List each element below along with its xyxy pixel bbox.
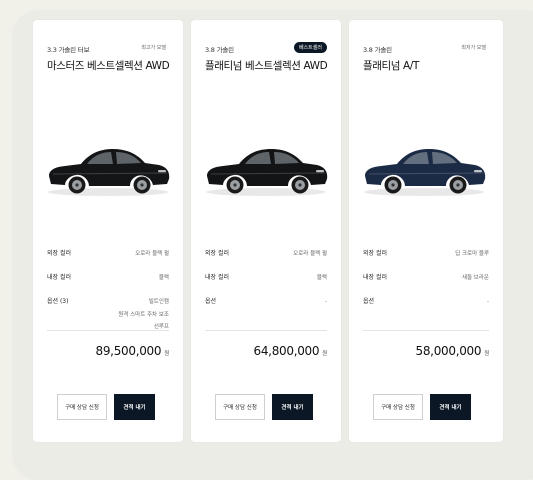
trim-card: 3.8 가솔린 베스트셀러 플래티넘 베스트셀렉션 AWD 외장 컬러 오로라 … xyxy=(191,20,341,442)
divider xyxy=(47,330,169,331)
purchase-consult-button[interactable]: 구매 상담 신청 xyxy=(215,394,265,420)
trim-card-list: 3.3 가솔린 터보 최고가 모델 마스터즈 베스트셀렉션 AWD 외장 컬러 … xyxy=(33,20,513,442)
model-name: 마스터즈 베스트셀렉션 AWD xyxy=(47,60,170,72)
trim-badge: 최저가 모델 xyxy=(461,45,486,51)
options-label: 옵션 (3) xyxy=(47,298,69,305)
interior-color-label: 내장 컬러 xyxy=(205,274,229,281)
interior-color-label: 내장 컬러 xyxy=(47,274,71,281)
engine-type: 3.8 가솔린 xyxy=(205,46,234,54)
price-value: 64,800,000 xyxy=(253,344,320,358)
option-item: 원격 스마트 주차 보조 xyxy=(118,311,169,318)
car-image xyxy=(206,149,328,196)
model-name: 플래티넘 A/T xyxy=(363,60,419,72)
price-unit: 원 xyxy=(322,351,327,357)
exterior-color-value: 오로라 블랙 펄 xyxy=(135,251,169,257)
exterior-color-value: 딥 크로마 블루 xyxy=(455,251,489,257)
get-quote-button[interactable]: 견적 내기 xyxy=(114,394,155,420)
trim-badge: 최고가 모델 xyxy=(141,45,166,51)
purchase-consult-button[interactable]: 구매 상담 신청 xyxy=(57,394,107,420)
model-name: 플래티넘 베스트셀렉션 AWD xyxy=(205,60,328,72)
exterior-color-label: 외장 컬러 xyxy=(205,250,229,257)
get-quote-button[interactable]: 견적 내기 xyxy=(430,394,471,420)
options-label: 옵션 xyxy=(363,298,375,305)
car-image xyxy=(48,149,170,196)
engine-type: 3.3 가솔린 터보 xyxy=(47,46,90,54)
interior-color-value: 블랙 xyxy=(316,275,327,281)
trim-card: 3.8 가솔린 최저가 모델 플래티넘 A/T 외장 컬러 딥 크로마 블루 내… xyxy=(349,20,503,442)
price: 64,800,000 원 xyxy=(253,344,328,358)
options-label: 옵션 xyxy=(205,298,217,305)
option-item: 선루프 xyxy=(153,324,169,330)
divider xyxy=(363,330,489,331)
option-item: - xyxy=(325,299,327,305)
option-item: - xyxy=(487,299,489,305)
price-unit: 원 xyxy=(164,351,169,357)
trim-badge: 베스트셀러 xyxy=(293,42,327,53)
car-image xyxy=(364,149,486,196)
engine-type: 3.8 가솔린 xyxy=(363,46,392,54)
interior-color-value: 새들 브라운 xyxy=(461,275,489,281)
divider xyxy=(205,330,327,331)
interior-color-value: 블랙 xyxy=(158,275,169,281)
exterior-color-label: 외장 컬러 xyxy=(47,250,71,257)
options-value: - xyxy=(325,296,327,309)
price: 58,000,000 원 xyxy=(415,344,490,358)
options-value: - xyxy=(487,296,489,309)
options-value: 빌트인캠 원격 스마트 주차 보조 선루프 xyxy=(118,296,169,334)
price: 89,500,000 원 xyxy=(95,344,170,358)
exterior-color-label: 외장 컬러 xyxy=(363,250,387,257)
option-item: 빌트인캠 xyxy=(148,299,169,305)
exterior-color-value: 오로라 블랙 펄 xyxy=(293,251,327,257)
interior-color-label: 내장 컬러 xyxy=(363,274,387,281)
price-value: 58,000,000 xyxy=(415,344,482,358)
trim-card: 3.3 가솔린 터보 최고가 모델 마스터즈 베스트셀렉션 AWD 외장 컬러 … xyxy=(33,20,183,442)
purchase-consult-button[interactable]: 구매 상담 신청 xyxy=(373,394,423,420)
price-value: 89,500,000 xyxy=(95,344,162,358)
price-unit: 원 xyxy=(484,351,489,357)
get-quote-button[interactable]: 견적 내기 xyxy=(272,394,313,420)
